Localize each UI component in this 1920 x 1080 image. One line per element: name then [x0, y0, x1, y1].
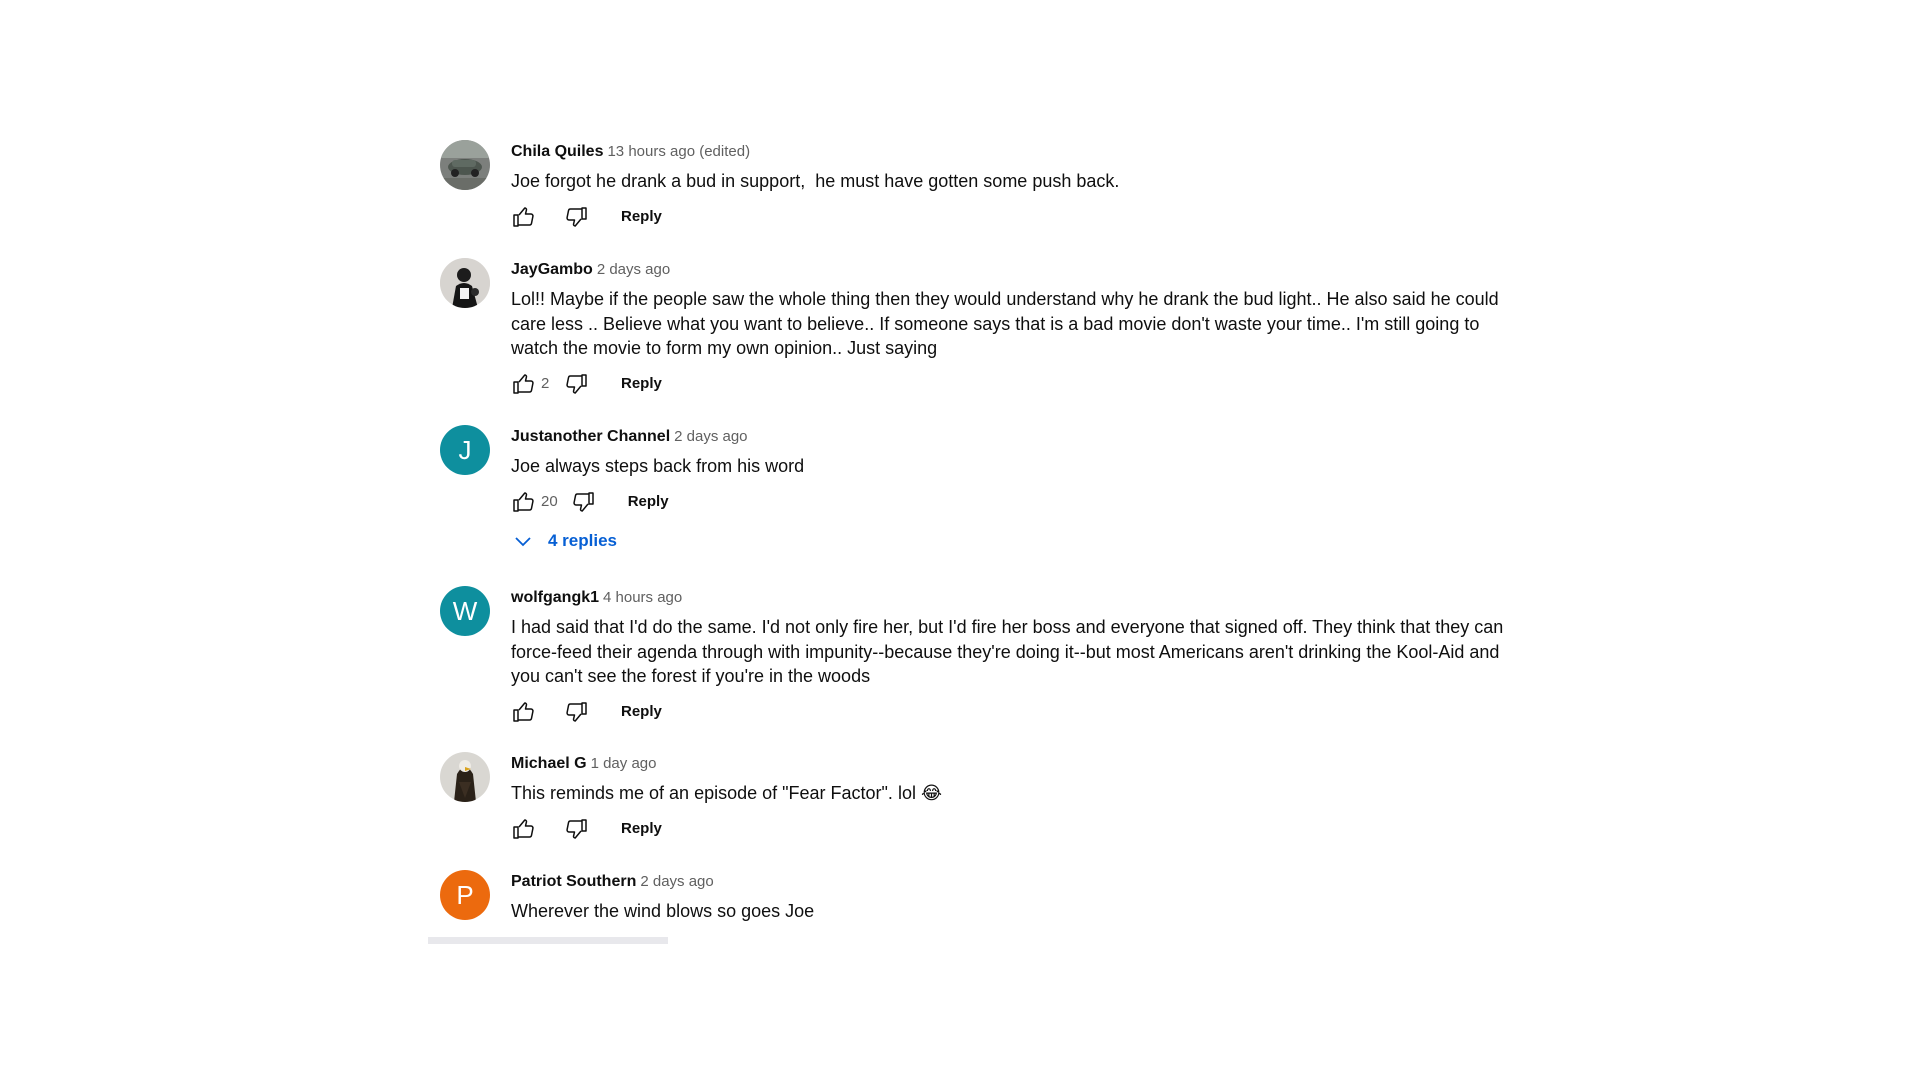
comment-header: JayGambo 2 days ago — [511, 258, 1521, 282]
comment-actions: 2 Reply — [507, 368, 1521, 400]
dislike-button[interactable] — [559, 201, 593, 233]
comment-timestamp[interactable]: 2 days ago — [640, 873, 713, 890]
reply-button[interactable]: Reply — [621, 375, 662, 392]
dislike-button[interactable] — [566, 486, 600, 518]
comment-header: Patriot Southern 2 days ago — [511, 870, 1520, 894]
thumbs-up-icon — [513, 701, 534, 722]
thumbs-down-icon — [566, 373, 587, 394]
thumbs-down-icon — [566, 206, 587, 227]
like-count: 20 — [541, 493, 558, 510]
thumbs-up-icon — [513, 818, 534, 839]
comment-timestamp[interactable]: 13 hours ago (edited) — [607, 143, 750, 160]
comment-author[interactable]: Justanother Channel — [511, 428, 670, 445]
avatar[interactable] — [440, 752, 490, 802]
comment-author[interactable]: wolfgangk1 — [511, 589, 599, 606]
reply-button[interactable]: Reply — [621, 208, 662, 225]
avatar[interactable]: W — [440, 586, 490, 636]
comment-body: Chila Quiles 13 hours ago (edited) Joe fo… — [511, 140, 1521, 233]
comment-text: This reminds me of an episode of "Fear F… — [511, 783, 942, 803]
thumbs-down-icon — [566, 701, 587, 722]
reply-button[interactable]: Reply — [628, 493, 669, 510]
comment-timestamp[interactable]: 2 days ago — [597, 261, 670, 278]
comment-body: Justanother Channel 2 days ago Joe always… — [511, 425, 1521, 518]
eagle-photo-avatar — [440, 752, 490, 802]
car-photo-avatar — [440, 140, 490, 190]
comment-body: Patriot Southern 2 days ago Wherever the … — [511, 870, 1520, 924]
comment-text: Lol!! Maybe if the people saw the whole … — [511, 289, 1504, 358]
comment-author[interactable]: Patriot Southern — [511, 873, 636, 890]
thumbs-down-icon — [566, 818, 587, 839]
replies-count-label: 4 replies — [548, 531, 617, 550]
dislike-button[interactable] — [559, 368, 593, 400]
avatar[interactable]: P — [440, 870, 490, 920]
comment-author[interactable]: Michael G — [511, 755, 587, 772]
comment-header: wolfgangk1 4 hours ago — [511, 586, 1521, 610]
like-button[interactable] — [507, 201, 541, 233]
avatar[interactable] — [440, 140, 490, 190]
like-count: 2 — [541, 375, 550, 392]
comment-body: JayGambo 2 days ago Lol!! Maybe if the pe… — [511, 258, 1521, 400]
like-button[interactable] — [507, 696, 541, 728]
comment-thread: P Patriot Southern 2 days ago Wherever th… — [440, 870, 1520, 936]
comments-page: Chila Quiles 13 hours ago (edited) Joe fo… — [0, 0, 1920, 1080]
comment-actions: Reply — [507, 201, 1521, 233]
like-button[interactable] — [507, 486, 541, 518]
thumbs-up-icon — [513, 206, 534, 227]
view-replies-button[interactable]: 4 replies — [511, 529, 617, 553]
comment-text: Joe forgot he drank a bud in support, he… — [511, 171, 1120, 191]
comment-timestamp[interactable]: 2 days ago — [674, 428, 747, 445]
comment-text: Joe always steps back from his word — [511, 456, 805, 476]
thumbs-down-icon — [573, 491, 594, 512]
comment-actions: 20 Reply — [507, 486, 1521, 518]
comment-timestamp[interactable]: 4 hours ago — [603, 589, 682, 606]
comment-body: Michael G1 day ago This reminds me of an… — [511, 752, 1521, 845]
dislike-button[interactable] — [559, 696, 593, 728]
comment-author[interactable]: Chila Quiles — [511, 143, 603, 160]
chevron-down-icon — [511, 529, 535, 553]
comment-author[interactable]: JayGambo — [511, 261, 593, 278]
horizontal-scrollbar[interactable] — [428, 937, 668, 944]
comment-timestamp[interactable]: 1 day ago — [591, 755, 657, 772]
thumbs-up-icon — [513, 373, 534, 394]
like-button[interactable] — [507, 813, 541, 845]
avatar-letter: W — [452, 595, 478, 626]
avatar-letter: J — [458, 434, 472, 465]
comment-actions: Reply — [507, 696, 1521, 728]
comment-body: wolfgangk1 4 hours ago I had said that I'… — [511, 586, 1521, 728]
like-button[interactable] — [507, 368, 541, 400]
comment-header: Michael G1 day ago — [511, 752, 1521, 776]
dislike-button[interactable] — [559, 813, 593, 845]
person-photo-avatar — [440, 258, 490, 308]
reply-button[interactable]: Reply — [621, 703, 662, 720]
comment-actions: Reply — [507, 813, 1521, 845]
avatar[interactable] — [440, 258, 490, 308]
thumbs-up-icon — [513, 491, 534, 512]
comment-text: I had said that I'd do the same. I'd not… — [511, 617, 1509, 686]
reply-button[interactable]: Reply — [621, 820, 662, 837]
comment-header: Justanother Channel 2 days ago — [511, 425, 1521, 449]
comment-text: Wherever the wind blows so goes Joe — [511, 901, 815, 921]
avatar-letter: P — [456, 879, 474, 910]
avatar[interactable]: J — [440, 425, 490, 475]
comment-header: Chila Quiles 13 hours ago (edited) — [511, 140, 1521, 164]
